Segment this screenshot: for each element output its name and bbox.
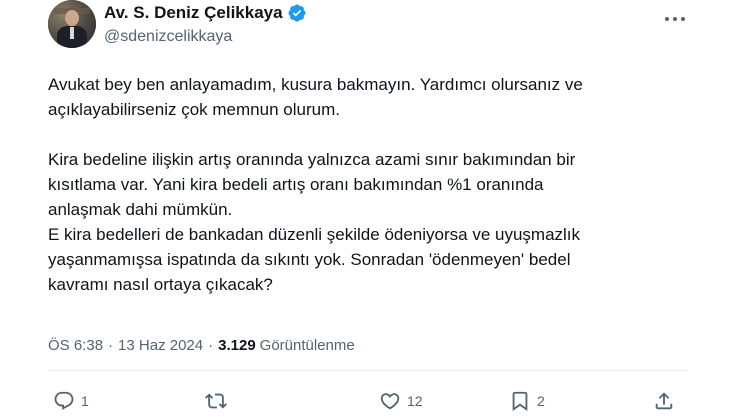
meta-separator: ·	[208, 337, 214, 354]
heart-icon	[380, 393, 400, 410]
retweet-icon	[205, 393, 227, 409]
bookmark-icon	[512, 391, 528, 412]
divider	[48, 370, 688, 371]
share-icon	[655, 392, 673, 410]
bookmark-button[interactable]: 2	[509, 390, 545, 412]
verified-badge-icon	[288, 4, 306, 22]
meta-separator: ·	[108, 337, 114, 354]
author-name-row: Av. S. Deniz Çelikkaya	[104, 3, 307, 23]
views-count: 3.129	[218, 337, 256, 354]
retweet-button[interactable]	[205, 390, 233, 412]
bookmark-count: 2	[537, 393, 545, 409]
tweet: Av. S. Deniz Çelikkaya @sdenizcelikkaya …	[0, 0, 730, 420]
tweet-date[interactable]: 13 Haz 2024	[118, 337, 203, 354]
reply-button[interactable]: 1	[53, 390, 89, 412]
author-display-name[interactable]: Av. S. Deniz Çelikkaya	[104, 3, 283, 23]
reply-icon	[54, 391, 74, 410]
tweet-meta: ÖS 6:38 · 13 Haz 2024 · 3.129 Görüntülen…	[48, 337, 355, 354]
views-label: Görüntülenme	[259, 337, 355, 354]
reply-count: 1	[81, 393, 89, 409]
like-count: 12	[407, 393, 423, 409]
share-button[interactable]	[653, 390, 675, 412]
action-bar: 1 12 2	[48, 390, 688, 414]
tweet-text: Avukat bey ben anlayamadım, kusura bakma…	[48, 75, 583, 294]
more-options-icon[interactable]	[660, 12, 690, 26]
avatar[interactable]	[48, 0, 96, 48]
tweet-time[interactable]: ÖS 6:38	[48, 337, 103, 354]
author-handle[interactable]: @sdenizcelikkaya	[104, 28, 232, 46]
like-button[interactable]: 12	[379, 390, 423, 412]
